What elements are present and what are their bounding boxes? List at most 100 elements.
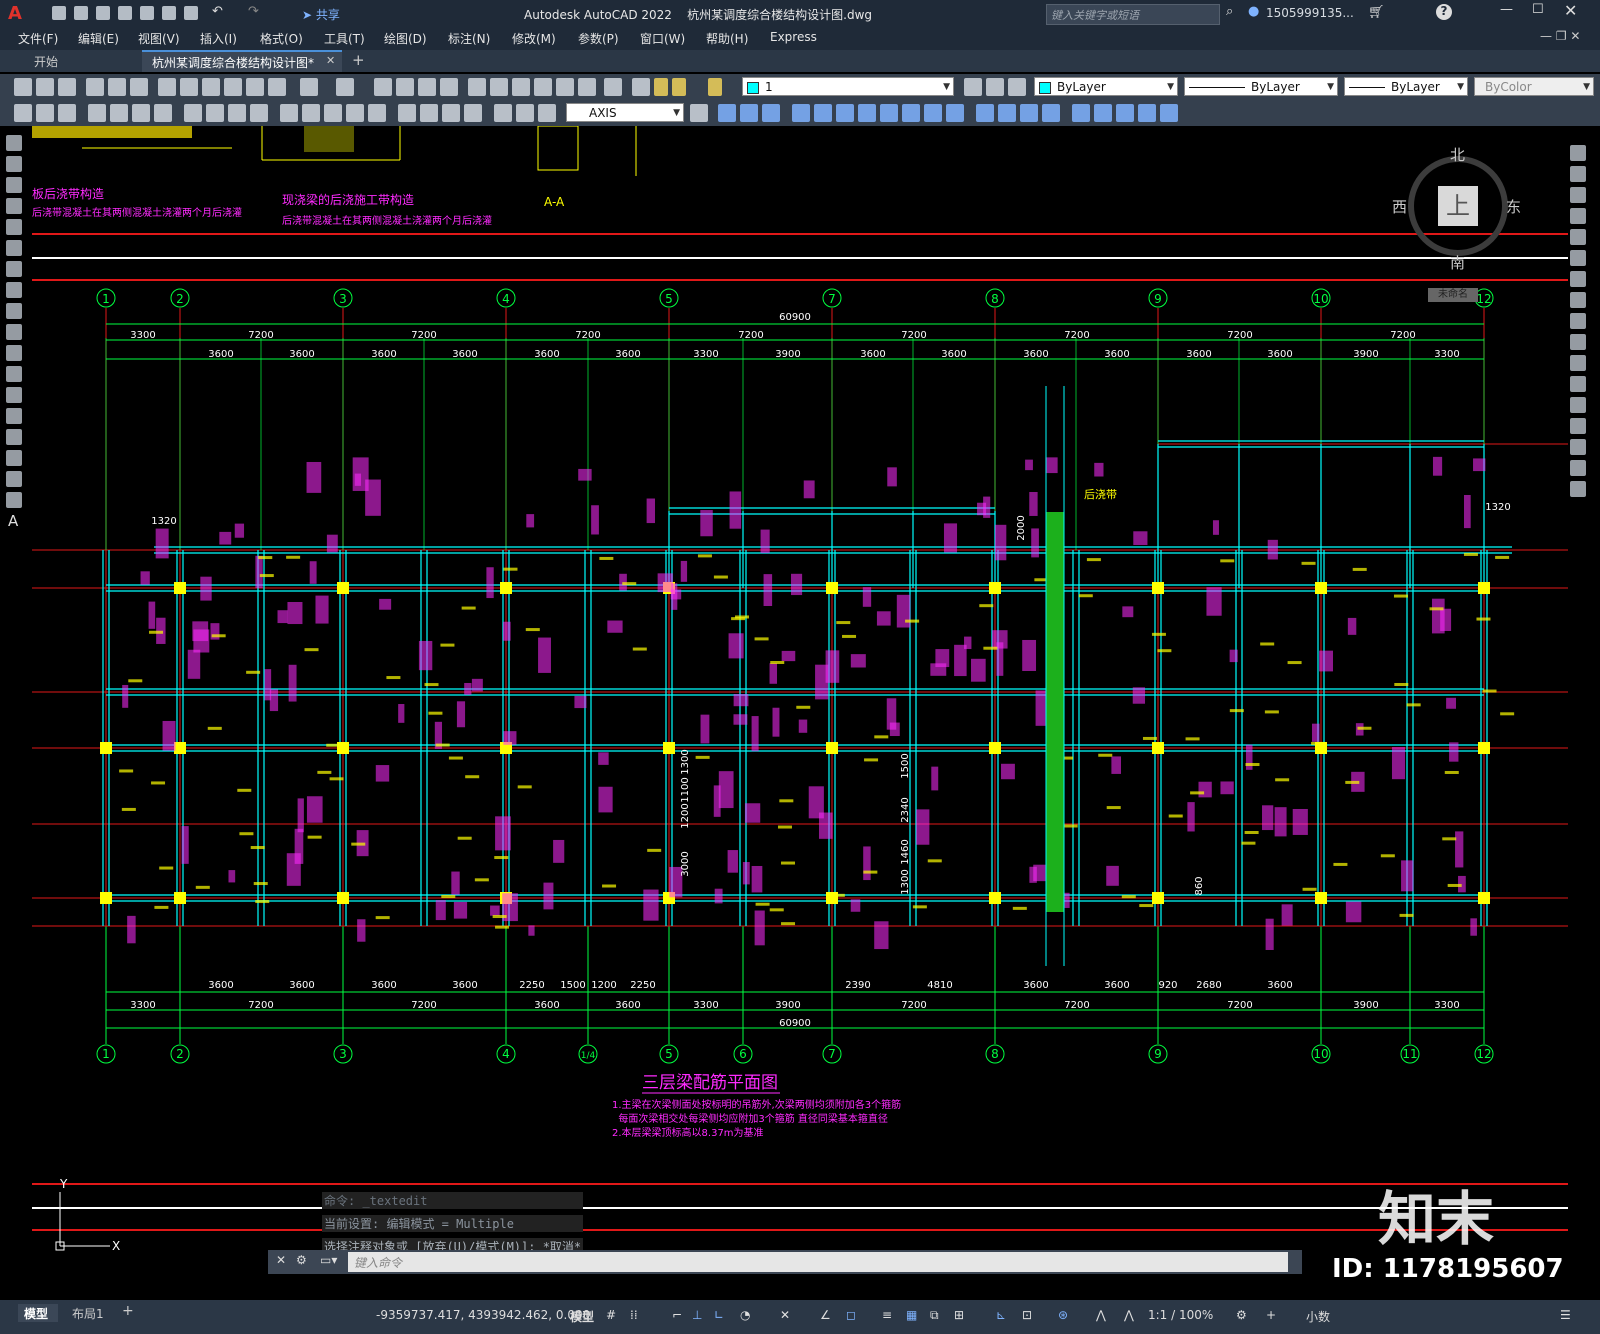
coordinates-readout[interactable]: -9359737.417, 4393942.462, 0.000 (376, 1308, 590, 1322)
save-icon[interactable] (96, 6, 110, 20)
move-icon[interactable] (718, 104, 736, 122)
publish-icon[interactable] (140, 6, 154, 20)
dimension-text-edit-icon[interactable] (516, 104, 534, 122)
rotate-icon[interactable] (1570, 271, 1586, 287)
trim-icon[interactable] (902, 104, 920, 122)
layer-properties-icon[interactable] (632, 78, 650, 96)
menu-dimension[interactable]: 标注(N) (448, 30, 490, 47)
infer-constraints-icon[interactable]: ⌐ (672, 1308, 682, 1322)
offset-icon[interactable] (792, 104, 810, 122)
point-icon[interactable] (6, 408, 22, 424)
user-icon[interactable]: ● (1248, 4, 1259, 19)
menu-parametric[interactable]: 参数(P) (578, 30, 619, 47)
menu-draw[interactable]: 绘图(D) (384, 30, 427, 47)
menu-format[interactable]: 格式(O) (260, 30, 303, 47)
move-icon[interactable] (1570, 250, 1586, 266)
break-icon[interactable] (946, 104, 964, 122)
compass-west[interactable]: 西 (1392, 196, 1407, 217)
units-readout[interactable]: 小数 (1306, 1308, 1330, 1325)
selection-filter-icon[interactable]: ⊡ (1022, 1308, 1032, 1322)
layout-tab-model[interactable]: 模型 (18, 1304, 58, 1322)
wblock-icon[interactable] (1160, 104, 1178, 122)
insert-block-icon[interactable] (6, 366, 22, 382)
rectangle-icon[interactable] (6, 219, 22, 235)
layout-tab-layout1[interactable]: 布局1 (72, 1305, 104, 1322)
workspace-gear-icon[interactable]: ⚙ (1236, 1308, 1247, 1322)
calculator-icon[interactable] (578, 78, 596, 96)
properties-icon[interactable] (468, 78, 486, 96)
annotation-monitor-icon[interactable]: + (1266, 1308, 1276, 1322)
stretch-icon[interactable] (880, 104, 898, 122)
compass-north[interactable]: 北 (1450, 144, 1465, 165)
gradient-icon[interactable] (6, 450, 22, 466)
ellipse-icon[interactable] (6, 324, 22, 340)
sheet-set-icon[interactable] (534, 78, 552, 96)
open-icon[interactable] (74, 6, 88, 20)
spline-icon[interactable] (6, 303, 22, 319)
close-icon[interactable]: ✕ (276, 1253, 286, 1267)
join-icon[interactable] (1570, 397, 1586, 413)
new-tab-button[interactable]: + (352, 51, 365, 69)
block-create-icon[interactable] (1094, 104, 1112, 122)
erase-icon[interactable] (1570, 145, 1586, 161)
fillet-icon[interactable] (998, 104, 1016, 122)
layer-previous-icon[interactable] (986, 78, 1004, 96)
close-icon[interactable]: ✕ (1564, 1, 1577, 20)
search-input[interactable]: 键入关键字或短语 (1046, 4, 1220, 25)
gizmo-icon[interactable]: ⊛ (1058, 1308, 1068, 1322)
menu-tools[interactable]: 工具(T) (324, 30, 365, 47)
redo-icon[interactable] (336, 78, 354, 96)
dimension-break-icon[interactable] (368, 104, 386, 122)
print-preview-icon[interactable] (108, 78, 126, 96)
match-properties-icon[interactable] (246, 78, 264, 96)
transparency-icon[interactable]: ▦ (906, 1308, 917, 1322)
doc-window-controls[interactable]: — ❐ ✕ (1540, 29, 1580, 43)
center-mark-icon[interactable] (420, 104, 438, 122)
text-icon[interactable]: A (8, 512, 18, 530)
inspection-icon[interactable] (442, 104, 460, 122)
user-name[interactable]: 1505999135... (1266, 6, 1354, 20)
line-icon[interactable] (6, 135, 22, 151)
arc-length-icon[interactable] (132, 104, 150, 122)
polygon-icon[interactable] (6, 198, 22, 214)
zoom-previous-icon[interactable] (440, 78, 458, 96)
layer-on-icon[interactable] (654, 78, 668, 96)
layer-freeze-icon[interactable] (672, 78, 686, 96)
grid-icon[interactable]: # (606, 1308, 616, 1322)
save-icon[interactable] (58, 78, 76, 96)
offset-icon[interactable] (1570, 208, 1586, 224)
scale-icon[interactable] (858, 104, 876, 122)
mirror-icon[interactable] (762, 104, 780, 122)
menu-file[interactable]: 文件(F) (18, 30, 58, 47)
help-icon[interactable] (604, 78, 622, 96)
layer-walk-icon[interactable] (58, 104, 76, 122)
new-icon[interactable] (52, 6, 66, 20)
blend-icon[interactable] (1570, 460, 1586, 476)
edit-icon[interactable] (14, 104, 32, 122)
print-icon[interactable] (86, 78, 104, 96)
rotate-icon[interactable] (836, 104, 854, 122)
zoom-realtime-icon[interactable] (396, 78, 414, 96)
dimension-update-icon[interactable] (538, 104, 556, 122)
mirror-icon[interactable] (1570, 187, 1586, 203)
model-space-toggle[interactable]: 模型 (570, 1308, 594, 1325)
diameter-dimension-icon[interactable] (228, 104, 246, 122)
new-icon[interactable] (14, 78, 32, 96)
cut-icon[interactable] (158, 78, 176, 96)
copy-object-icon[interactable] (740, 104, 758, 122)
object-snap-icon[interactable]: ∠ (820, 1308, 831, 1322)
plot-icon[interactable] (184, 6, 198, 20)
publish-icon[interactable] (130, 78, 148, 96)
break-icon[interactable] (1570, 376, 1586, 392)
selection-cycling-icon[interactable]: ⧉ (930, 1308, 939, 1323)
lineweight-dropdown[interactable]: ByLayer ▼ (1344, 77, 1468, 96)
markup-icon[interactable] (556, 78, 574, 96)
drawing-canvas[interactable]: 板后浇带构造 后浇带混凝土在其两侧混凝土浇灌两个月后浇灌 现浇梁的后浇施工带构造… (32, 126, 1568, 1300)
import-icon[interactable] (162, 6, 176, 20)
ellipse-arc-icon[interactable] (6, 345, 22, 361)
jogged-linear-icon[interactable] (464, 104, 482, 122)
revision-cloud-icon[interactable] (6, 282, 22, 298)
menu-edit[interactable]: 编辑(E) (78, 30, 119, 47)
linear-dimension-icon[interactable] (88, 104, 106, 122)
layer-states-icon[interactable] (1008, 78, 1026, 96)
